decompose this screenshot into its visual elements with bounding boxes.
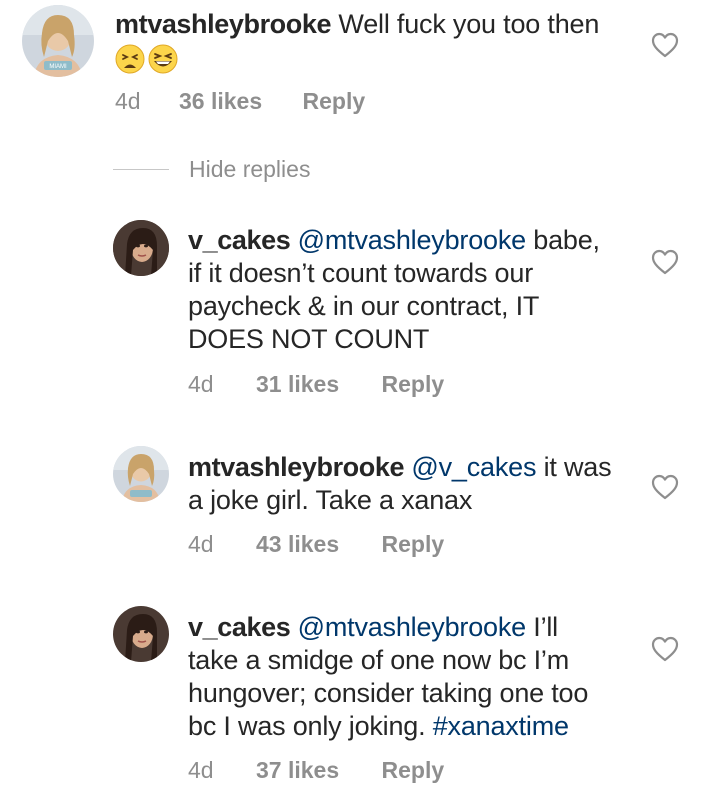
comment-likes-link[interactable]: 31 likes	[256, 371, 339, 397]
comment-username[interactable]: mtvashleybrooke	[115, 9, 331, 39]
reply-button[interactable]: Reply	[382, 371, 445, 397]
comment-4-meta: 4d 37 likes Reply	[188, 757, 444, 784]
avatar-mtvashleybrooke[interactable]	[113, 446, 169, 502]
comment-body: I’ll	[533, 612, 558, 642]
comment-age: 4d	[188, 371, 214, 397]
mention-link[interactable]: @v_cakes	[411, 452, 536, 482]
reply-button[interactable]: Reply	[382, 757, 445, 783]
comment-age: 4d	[188, 531, 214, 557]
mention-link[interactable]: @mtvashleybrooke	[298, 612, 527, 642]
comment-likes-link[interactable]: 37 likes	[256, 757, 339, 783]
avatar-v-cakes[interactable]	[113, 606, 169, 662]
hide-replies-button[interactable]: Hide replies	[113, 152, 310, 186]
reply-button[interactable]: Reply	[382, 531, 445, 557]
avatar-mtvashleybrooke[interactable]: MIAMI	[22, 5, 94, 77]
comment-body: bc I was only joking.	[188, 711, 426, 741]
reply-button[interactable]: Reply	[303, 88, 366, 114]
comment-body: it was	[543, 452, 612, 482]
hide-replies-divider	[113, 168, 169, 170]
comment-age: 4d	[115, 88, 141, 114]
grinning-squinting-face-emoji	[148, 44, 178, 74]
comment-username[interactable]: mtvashleybrooke	[188, 452, 404, 482]
avatar-v-cakes[interactable]	[113, 220, 169, 276]
comment-1-meta: 4d 36 likes Reply	[115, 88, 365, 115]
comment-body: babe,	[533, 225, 600, 255]
comment-body: take a smidge of one now bc I’m	[188, 645, 570, 675]
comment-body: a joke girl. Take a xanax	[188, 485, 473, 515]
comment-likes-link[interactable]: 36 likes	[179, 88, 262, 114]
like-heart-icon[interactable]	[651, 474, 679, 500]
comment-4-text: v_cakes @mtvashleybrooke I’ll take a smi…	[188, 611, 648, 743]
comment-body: DOES NOT COUNT	[188, 324, 430, 354]
hide-replies-label: Hide replies	[189, 155, 311, 182]
comment-username[interactable]: v_cakes	[188, 225, 291, 255]
tired-face-emoji	[115, 44, 145, 74]
comment-body: paycheck & in our contract, IT	[188, 291, 540, 321]
like-heart-icon[interactable]	[651, 249, 679, 275]
comment-1-text: mtvashleybrooke Well fuck you too then	[115, 8, 625, 74]
comment-body: Well fuck you too then	[338, 9, 600, 39]
mention-link[interactable]: @mtvashleybrooke	[298, 225, 527, 255]
comment-username[interactable]: v_cakes	[188, 612, 291, 642]
like-heart-icon[interactable]	[651, 32, 679, 58]
comment-3-text: mtvashleybrooke @v_cakes it was a joke g…	[188, 451, 638, 517]
svg-text:MIAMI: MIAMI	[49, 64, 67, 70]
comment-age: 4d	[188, 757, 214, 783]
comment-likes-link[interactable]: 43 likes	[256, 531, 339, 557]
hashtag-link[interactable]: #xanaxtime	[433, 711, 569, 741]
comment-2-text: v_cakes @mtvashleybrooke babe, if it doe…	[188, 224, 638, 356]
comment-3-meta: 4d 43 likes Reply	[188, 531, 444, 558]
like-heart-icon[interactable]	[651, 636, 679, 662]
comment-2-meta: 4d 31 likes Reply	[188, 371, 444, 398]
comment-body: hungover; consider taking one too	[188, 678, 589, 708]
comment-body: if it doesn’t count towards our	[188, 258, 533, 288]
